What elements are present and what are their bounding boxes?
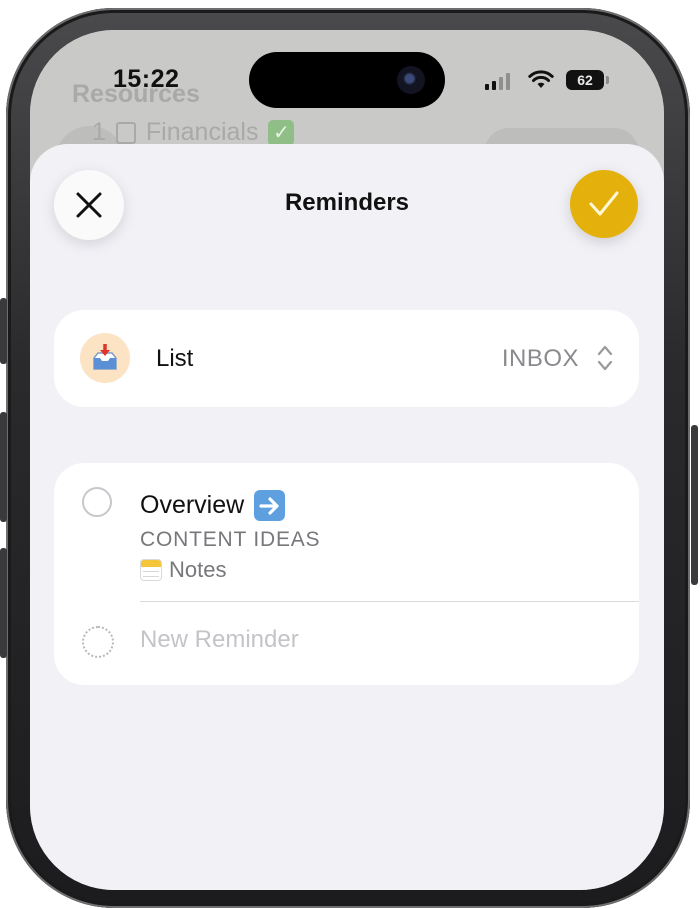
right-arrow-icon — [254, 490, 286, 521]
power-button — [691, 425, 698, 585]
status-time: 15:22 — [113, 65, 180, 93]
inbox-tray-icon — [80, 333, 130, 383]
new-reminder-input[interactable] — [134, 620, 566, 660]
dynamic-island — [249, 52, 445, 108]
done-button[interactable] — [570, 170, 638, 238]
reminder-complete-toggle[interactable] — [82, 487, 112, 517]
front-camera — [397, 66, 425, 94]
reminder-source-link[interactable]: Notes — [140, 557, 226, 583]
list-label: List — [156, 345, 194, 372]
mute-switch — [0, 298, 7, 364]
up-down-chevron-icon — [597, 345, 613, 371]
status-bar: 15:22 62 — [30, 30, 664, 130]
checkmark-icon — [589, 191, 619, 216]
phone-screen: Resources 1 Financials ✓ 15:22 62 Remind… — [30, 30, 664, 890]
divider — [140, 601, 639, 602]
reminder-subtitle: CONTENT IDEAS — [140, 528, 321, 551]
sheet-title: Reminders — [284, 189, 410, 216]
volume-up-button — [0, 412, 7, 522]
reminder-title-row[interactable]: Overview — [140, 490, 286, 521]
list-value: INBOX — [501, 345, 579, 372]
cellular-signal-icon — [485, 73, 510, 90]
reminder-title: Overview — [140, 491, 245, 519]
wifi-icon — [528, 70, 554, 88]
new-reminder-circle-icon — [82, 626, 114, 658]
reminder-source: Notes — [169, 557, 227, 582]
reminders-list: Overview CONTENT IDEAS Notes — [54, 463, 639, 685]
list-selector-row[interactable]: List INBOX — [54, 310, 639, 407]
notes-app-icon — [140, 559, 162, 581]
reminders-sheet: Reminders List INBOX Overview CONTENT ID… — [30, 144, 664, 890]
battery-tip — [606, 76, 609, 84]
volume-down-button — [0, 548, 7, 658]
battery-icon: 62 — [566, 70, 604, 90]
